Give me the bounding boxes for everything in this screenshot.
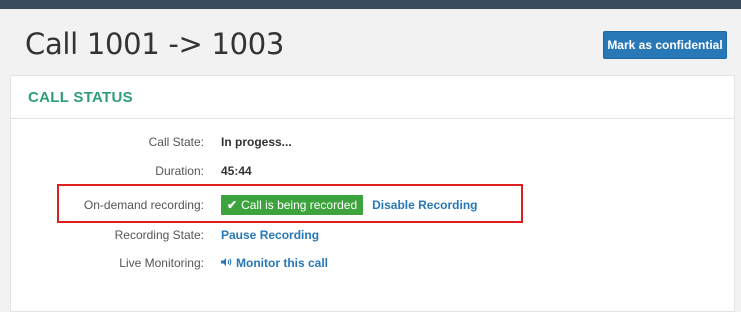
speaker-icon bbox=[221, 257, 233, 270]
page-title: Call 1001 -> 1003 bbox=[25, 27, 285, 61]
call-state-label: Call State: bbox=[148, 135, 204, 149]
on-demand-recording-row: On-demand recording: ✔ Call is being rec… bbox=[11, 195, 734, 215]
duration-row: Duration: 45:44 bbox=[11, 161, 734, 181]
panel-heading-text: CALL STATUS bbox=[28, 88, 133, 106]
monitor-call-text[interactable]: Monitor this call bbox=[236, 256, 328, 270]
live-monitoring-row: Live Monitoring: Monitor this call bbox=[11, 253, 734, 273]
mark-confidential-button[interactable]: Mark as confidential bbox=[603, 31, 727, 59]
duration-label: Duration: bbox=[155, 164, 204, 178]
disable-recording-link[interactable]: Disable Recording bbox=[372, 198, 477, 212]
call-state-value: In progess... bbox=[221, 135, 292, 149]
recording-state-label: Recording State: bbox=[114, 228, 204, 242]
check-icon: ✔ bbox=[227, 198, 238, 212]
duration-value: 45:44 bbox=[221, 164, 252, 178]
live-monitoring-label: Live Monitoring: bbox=[119, 256, 204, 270]
on-demand-recording-label: On-demand recording: bbox=[83, 198, 204, 212]
recording-state-row: Recording State: Pause Recording bbox=[11, 225, 734, 245]
pause-recording-link[interactable]: Pause Recording bbox=[221, 228, 319, 242]
call-status-panel: CALL STATUS Call State: In progess... Du… bbox=[10, 75, 735, 312]
recording-status-badge: ✔ Call is being recorded bbox=[221, 195, 364, 215]
top-bar bbox=[0, 0, 741, 9]
recording-status-text: Call is being recorded bbox=[241, 198, 358, 212]
panel-heading: CALL STATUS bbox=[11, 76, 734, 119]
monitor-call-link[interactable]: Monitor this call bbox=[221, 256, 328, 270]
call-state-row: Call State: In progess... bbox=[11, 132, 734, 152]
